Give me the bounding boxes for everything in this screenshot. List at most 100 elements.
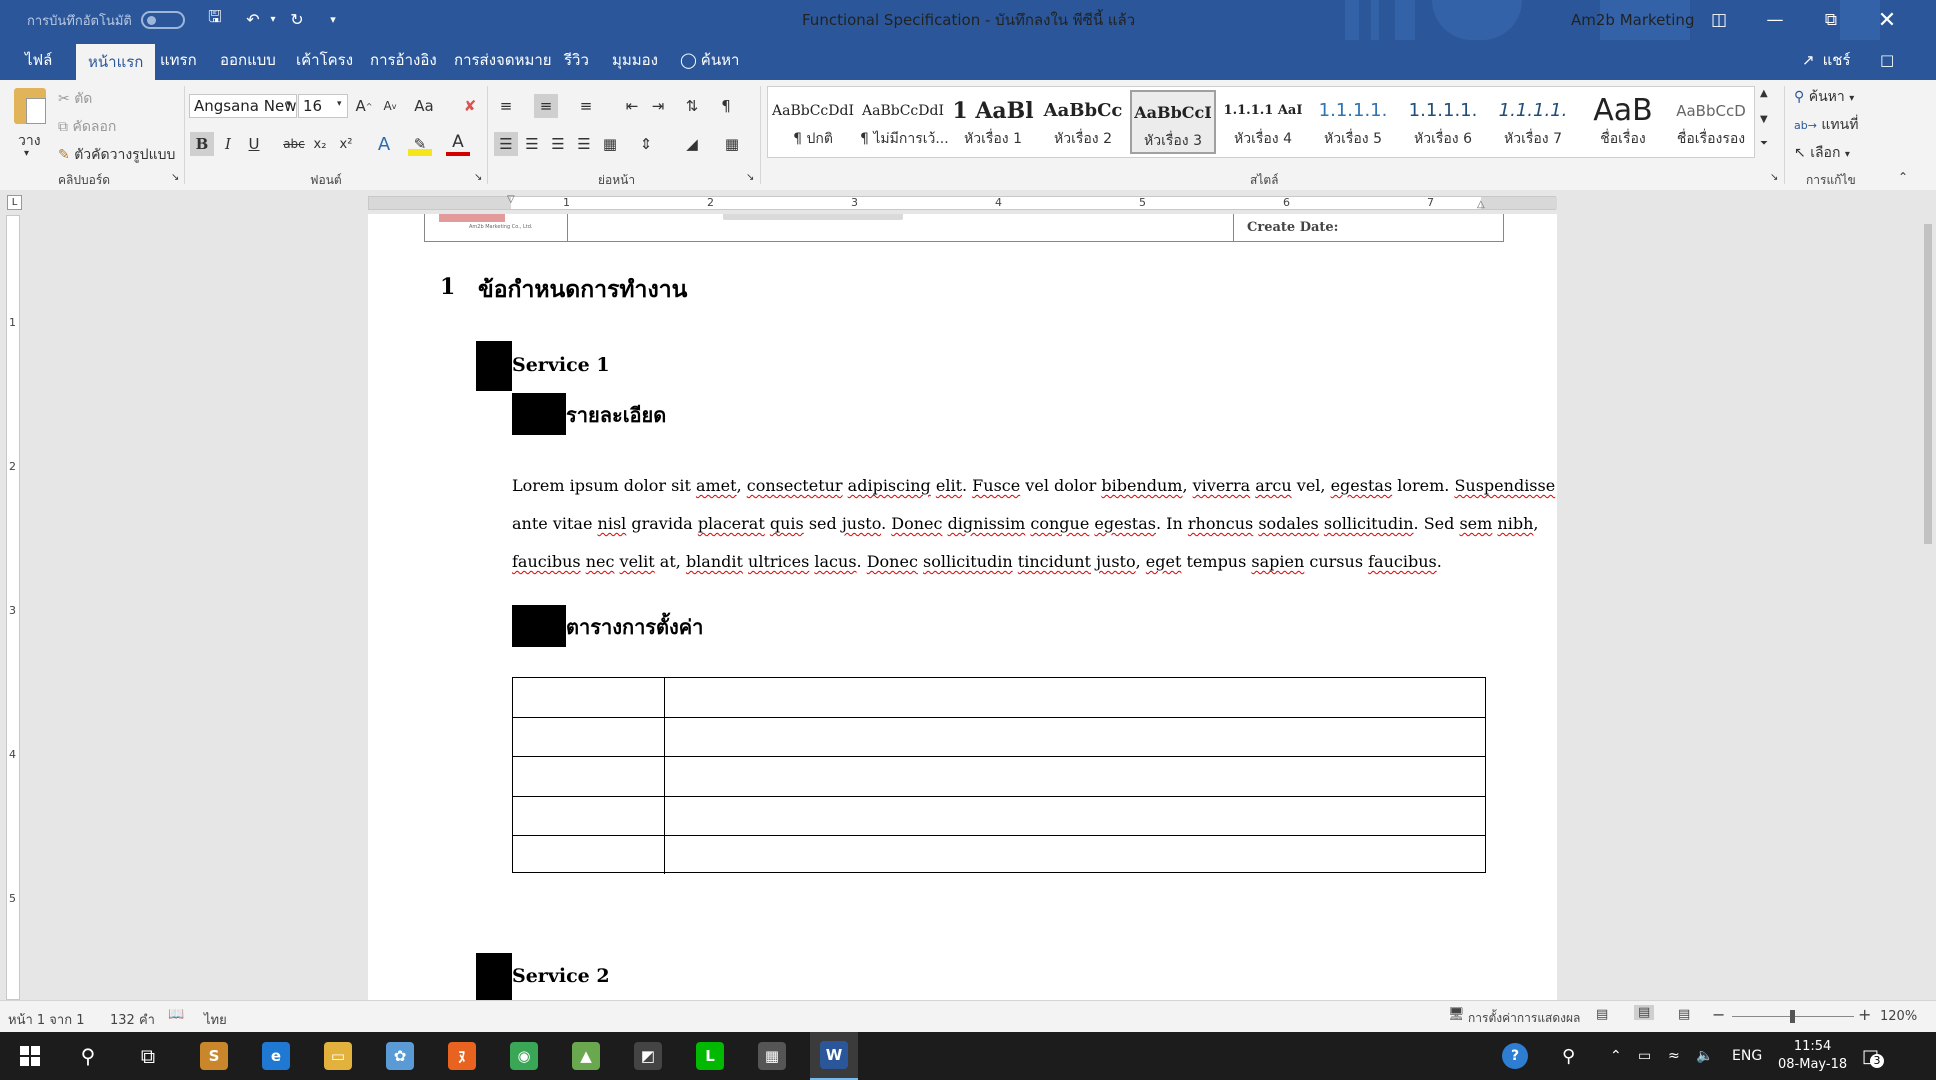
- zoom-slider[interactable]: [1732, 1010, 1854, 1023]
- zoom-out-icon[interactable]: −: [1712, 1005, 1725, 1024]
- paste-icon[interactable]: [14, 88, 46, 124]
- select-button[interactable]: ↖ เลือก ▾: [1794, 142, 1850, 164]
- style-heading-2[interactable]: AaBbCc หัวเรื่อง 2: [1040, 90, 1126, 154]
- clock[interactable]: 11:54 08-May-18: [1778, 1032, 1847, 1080]
- collapse-ribbon-icon[interactable]: ⌃: [1898, 170, 1908, 184]
- display-settings-icon[interactable]: 🖥: [1448, 1007, 1465, 1022]
- undo-dropdown-icon[interactable]: ▾: [262, 8, 284, 30]
- borders-icon[interactable]: ▦: [720, 132, 744, 156]
- style-normal[interactable]: AaBbCcDdI ¶ ปกติ: [770, 90, 856, 154]
- font-color-icon[interactable]: A: [446, 132, 470, 156]
- increase-indent-icon[interactable]: ⇥: [646, 94, 670, 118]
- sort-icon[interactable]: ⇅: [680, 94, 704, 118]
- zoom-in-icon[interactable]: +: [1858, 1005, 1871, 1024]
- close-button[interactable]: ✕: [1859, 0, 1915, 40]
- zoom-slider-thumb[interactable]: [1790, 1010, 1795, 1023]
- proofing-icon[interactable]: 📖: [168, 1007, 184, 1022]
- gallery-scroll-up-icon[interactable]: ▲: [1760, 88, 1768, 99]
- tab-file[interactable]: ไฟล์: [25, 40, 52, 80]
- replace-button[interactable]: ab→ แทนที่: [1794, 114, 1858, 136]
- style-title[interactable]: AaB ชื่อเรื่อง: [1580, 90, 1666, 154]
- tab-mailings[interactable]: การส่งจดหมาย: [454, 40, 552, 80]
- superscript-button[interactable]: x²: [334, 132, 358, 156]
- customize-qat-icon[interactable]: ▾: [322, 8, 344, 30]
- table-cell[interactable]: [513, 718, 665, 757]
- settings-table[interactable]: [512, 677, 1486, 874]
- restore-button[interactable]: ⧉: [1803, 0, 1859, 40]
- styles-launcher-icon[interactable]: ↘: [1770, 172, 1778, 183]
- taskbar-app[interactable]: S: [190, 1032, 238, 1080]
- input-language[interactable]: ENG: [1732, 1032, 1762, 1080]
- horizontal-ruler[interactable]: 1 2 3 4 5 6 7 ▽ △: [368, 194, 1557, 210]
- table-cell[interactable]: [513, 678, 665, 718]
- paragraph-launcher-icon[interactable]: ↘: [746, 172, 754, 183]
- font-size-dropdown-icon[interactable]: ▾: [337, 99, 342, 109]
- style-heading-4[interactable]: 1.1.1.1 AaI หัวเรื่อง 4: [1220, 90, 1306, 154]
- minimize-button[interactable]: —: [1747, 0, 1803, 40]
- tab-view[interactable]: มุมมอง: [612, 40, 658, 80]
- page-count[interactable]: หน้า 1 จาก 1: [8, 1009, 84, 1030]
- copy-button[interactable]: ⧉ คัดลอก: [58, 116, 116, 138]
- table-cell[interactable]: [665, 718, 1485, 756]
- gallery-scroll-down-icon[interactable]: ▼: [1760, 114, 1768, 125]
- save-icon[interactable]: 🖫: [204, 7, 226, 30]
- vertical-scrollbar[interactable]: [1920, 214, 1936, 1000]
- thai-distributed-icon[interactable]: ▦: [598, 132, 622, 156]
- autosave-toggle[interactable]: [141, 11, 185, 29]
- table-cell[interactable]: [665, 757, 1485, 795]
- bullets-icon[interactable]: ≡: [494, 94, 518, 118]
- multilevel-list-icon[interactable]: ≡: [574, 94, 598, 118]
- underline-button[interactable]: U: [242, 132, 266, 156]
- style-heading-6[interactable]: 1.1.1.1. หัวเรื่อง 6: [1400, 90, 1486, 154]
- task-view-icon[interactable]: ⧉: [124, 1032, 172, 1080]
- taskbar-app[interactable]: ▭: [314, 1032, 362, 1080]
- taskbar-app[interactable]: ◉: [500, 1032, 548, 1080]
- highlight-color-icon[interactable]: ✎: [408, 132, 432, 156]
- show-hidden-icons[interactable]: ⌃: [1610, 1032, 1622, 1080]
- tab-insert[interactable]: แทรก: [160, 40, 197, 80]
- taskbar-app[interactable]: ▦: [748, 1032, 796, 1080]
- people-icon[interactable]: ⚲: [1562, 1032, 1575, 1080]
- search-taskbar-icon[interactable]: ⚲: [64, 1032, 112, 1080]
- read-mode-icon[interactable]: ▤: [1596, 1007, 1608, 1022]
- font-name-combo[interactable]: Angsana New: [189, 94, 297, 118]
- undo-icon[interactable]: ↶: [242, 8, 264, 30]
- word-count[interactable]: 132 คำ: [110, 1009, 155, 1030]
- style-no-spacing[interactable]: AaBbCcDdI ¶ ไม่มีการเว้...: [860, 90, 949, 154]
- italic-button[interactable]: I: [216, 132, 240, 156]
- tab-layout[interactable]: เค้าโครง: [296, 40, 353, 80]
- subscript-button[interactable]: x₂: [308, 132, 332, 156]
- tell-me-search[interactable]: ◯ ค้นหา: [680, 40, 739, 80]
- align-center-icon[interactable]: ☰: [520, 132, 544, 156]
- taskbar-app[interactable]: W: [810, 1032, 858, 1080]
- volume-icon[interactable]: 🔈: [1696, 1032, 1713, 1080]
- battery-icon[interactable]: ▭: [1638, 1032, 1651, 1080]
- decrease-indent-icon[interactable]: ⇤: [620, 94, 644, 118]
- justify-icon[interactable]: ☰: [572, 132, 596, 156]
- print-layout-icon[interactable]: ▤: [1634, 1005, 1655, 1020]
- align-left-icon[interactable]: ☰: [494, 132, 518, 156]
- taskbar-app[interactable]: ✿: [376, 1032, 424, 1080]
- format-painter-button[interactable]: ✎ ตัวคัดวางรูปแบบ: [58, 144, 175, 166]
- font-launcher-icon[interactable]: ↘: [474, 172, 482, 183]
- redo-icon[interactable]: ↻: [286, 8, 308, 30]
- style-heading-3[interactable]: AaBbCcI หัวเรื่อง 3: [1130, 90, 1216, 154]
- style-subtitle[interactable]: AaBbCcD ชื่อเรื่องรอง: [1668, 90, 1754, 154]
- table-cell[interactable]: [665, 678, 1485, 717]
- ribbon-display-options-icon[interactable]: ◫: [1691, 0, 1747, 40]
- gallery-more-icon[interactable]: ⏷: [1760, 138, 1768, 149]
- tab-selector-icon[interactable]: L: [7, 195, 22, 210]
- style-heading-1[interactable]: 1 AaBl หัวเรื่อง 1: [950, 90, 1036, 154]
- document-page[interactable]: Am2b Marketing Co., Ltd. Create Date: 1 …: [368, 214, 1557, 1000]
- tab-references[interactable]: การอ้างอิง: [370, 40, 437, 80]
- cut-button[interactable]: ✂ ตัด: [58, 88, 92, 110]
- scrollbar-thumb[interactable]: [1924, 224, 1932, 544]
- style-heading-5[interactable]: 1.1.1.1. หัวเรื่อง 5: [1310, 90, 1396, 154]
- paste-dropdown-icon[interactable]: ▾: [24, 148, 29, 159]
- table-cell[interactable]: [665, 797, 1485, 835]
- taskbar-app[interactable]: e: [252, 1032, 300, 1080]
- shading-icon[interactable]: ◢: [680, 132, 704, 156]
- grow-font-icon[interactable]: A ^: [352, 94, 376, 118]
- language-indicator[interactable]: ไทย: [204, 1009, 227, 1030]
- wifi-icon[interactable]: ≈: [1668, 1032, 1680, 1080]
